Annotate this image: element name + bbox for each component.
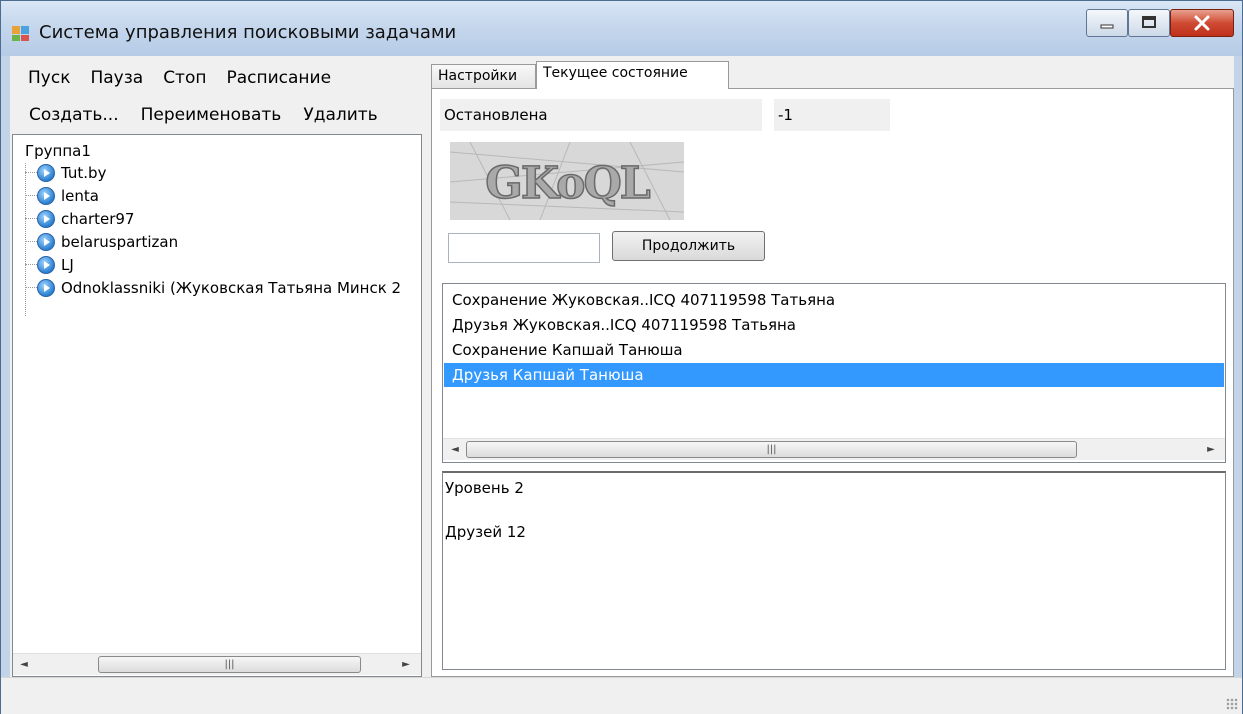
scroll-thumb[interactable]: ||| — [466, 441, 1077, 458]
start-menu-item[interactable]: Пуск — [18, 68, 80, 88]
scroll-left-icon[interactable]: ◄ — [16, 657, 32, 673]
level-text: Уровень 2 — [445, 479, 524, 497]
stop-menu-item[interactable]: Стоп — [153, 68, 216, 88]
log-horizontal-scrollbar[interactable]: ◄ ||| ► — [443, 438, 1225, 460]
list-item[interactable]: Сохранение Жуковская..ICQ 407119598 Тать… — [444, 288, 1224, 312]
tree-item[interactable]: LJ — [25, 254, 74, 275]
details-box[interactable]: Уровень 2 Друзей 12 — [442, 471, 1226, 670]
captcha-text: GKoQL — [485, 158, 650, 209]
tree-branch-line — [25, 218, 37, 219]
tree-branch-line — [25, 241, 37, 242]
rename-menu-item[interactable]: Переименовать — [130, 105, 293, 125]
tree-branch-line — [25, 195, 37, 196]
schedule-menu-item[interactable]: Расписание — [216, 68, 341, 88]
tab-settings[interactable]: Настройки — [431, 64, 536, 88]
title-bar[interactable]: Система управления поисковыми задачами — [1, 1, 1242, 56]
create-menu-item[interactable]: Создать... — [18, 105, 130, 125]
tree-item[interactable]: Tut.by — [25, 162, 106, 183]
status-field: Остановлена — [440, 99, 762, 131]
tree-item[interactable]: lenta — [25, 185, 99, 206]
current-state-panel: Остановлена -1 GKoQL Продолжить Сохранен… — [431, 88, 1234, 677]
list-item[interactable]: Друзья Жуковская..ICQ 407119598 Татьяна — [444, 313, 1224, 337]
tree-item-label: belaruspartizan — [61, 232, 179, 251]
edit-menu: Создать... Переименовать Удалить — [18, 105, 389, 125]
captcha-input[interactable] — [448, 233, 600, 263]
tree-branch-line — [25, 172, 37, 173]
friends-count-text: Друзей 12 — [445, 523, 526, 541]
minimize-button[interactable] — [1086, 9, 1128, 37]
tree-item-label: charter97 — [61, 209, 135, 228]
tree-item[interactable]: belaruspartizan — [25, 231, 178, 252]
tree-branch-line — [25, 287, 37, 288]
captcha-image: GKoQL — [450, 142, 684, 220]
tab-current-state[interactable]: Текущее состояние — [536, 61, 729, 89]
minimize-icon — [1100, 24, 1114, 29]
tree-group[interactable]: Группа1 — [25, 142, 91, 160]
app-window: Система управления поисковыми задачами П… — [0, 0, 1243, 714]
play-circle-icon — [37, 163, 55, 182]
tree-item-label: LJ — [61, 255, 74, 274]
play-circle-icon — [37, 278, 55, 297]
status-bar — [1, 677, 1242, 714]
app-icon — [12, 26, 29, 41]
continue-button[interactable]: Продолжить — [612, 231, 765, 261]
status-code-field: -1 — [774, 99, 890, 131]
close-icon — [1194, 15, 1210, 31]
client-area: Пуск Пауза Стоп Расписание Создать... Пе… — [10, 56, 1234, 677]
list-item-selected[interactable]: Друзья Капшай Танюша — [444, 363, 1224, 387]
delete-menu-item[interactable]: Удалить — [292, 105, 388, 125]
play-circle-icon — [37, 232, 55, 251]
scroll-right-icon[interactable]: ► — [1203, 442, 1219, 458]
tree-item[interactable]: charter97 — [25, 208, 134, 229]
play-circle-icon — [37, 186, 55, 205]
window-title: Система управления поисковыми задачами — [39, 22, 457, 43]
maximize-button[interactable] — [1128, 9, 1170, 37]
task-tree[interactable]: Группа1 Tut.by lenta charter97 belaruspa — [12, 134, 422, 677]
tree-horizontal-scrollbar[interactable]: ◄ ||| ► — [13, 653, 421, 675]
tree-item-label: Odnoklassniki (Жуковская Татьяна Минск 2 — [61, 278, 402, 297]
tree-item-label: lenta — [61, 186, 99, 205]
close-button[interactable] — [1170, 9, 1234, 37]
tree-item[interactable]: Odnoklassniki (Жуковская Татьяна Минск 2 — [25, 277, 401, 298]
resize-grip-icon[interactable] — [1226, 698, 1238, 710]
pause-menu-item[interactable]: Пауза — [80, 68, 153, 88]
scroll-thumb[interactable]: ||| — [98, 656, 361, 673]
tree-item-label: Tut.by — [61, 163, 107, 182]
play-circle-icon — [37, 255, 55, 274]
scroll-right-icon[interactable]: ► — [398, 657, 414, 673]
control-menu: Пуск Пауза Стоп Расписание — [18, 68, 341, 88]
scroll-left-icon[interactable]: ◄ — [447, 442, 463, 458]
play-circle-icon — [37, 209, 55, 228]
tree-branch-line — [25, 264, 37, 265]
maximize-icon — [1142, 16, 1156, 28]
log-list[interactable]: Сохранение Жуковская..ICQ 407119598 Тать… — [442, 283, 1226, 463]
list-item[interactable]: Сохранение Капшай Танюша — [444, 338, 1224, 362]
